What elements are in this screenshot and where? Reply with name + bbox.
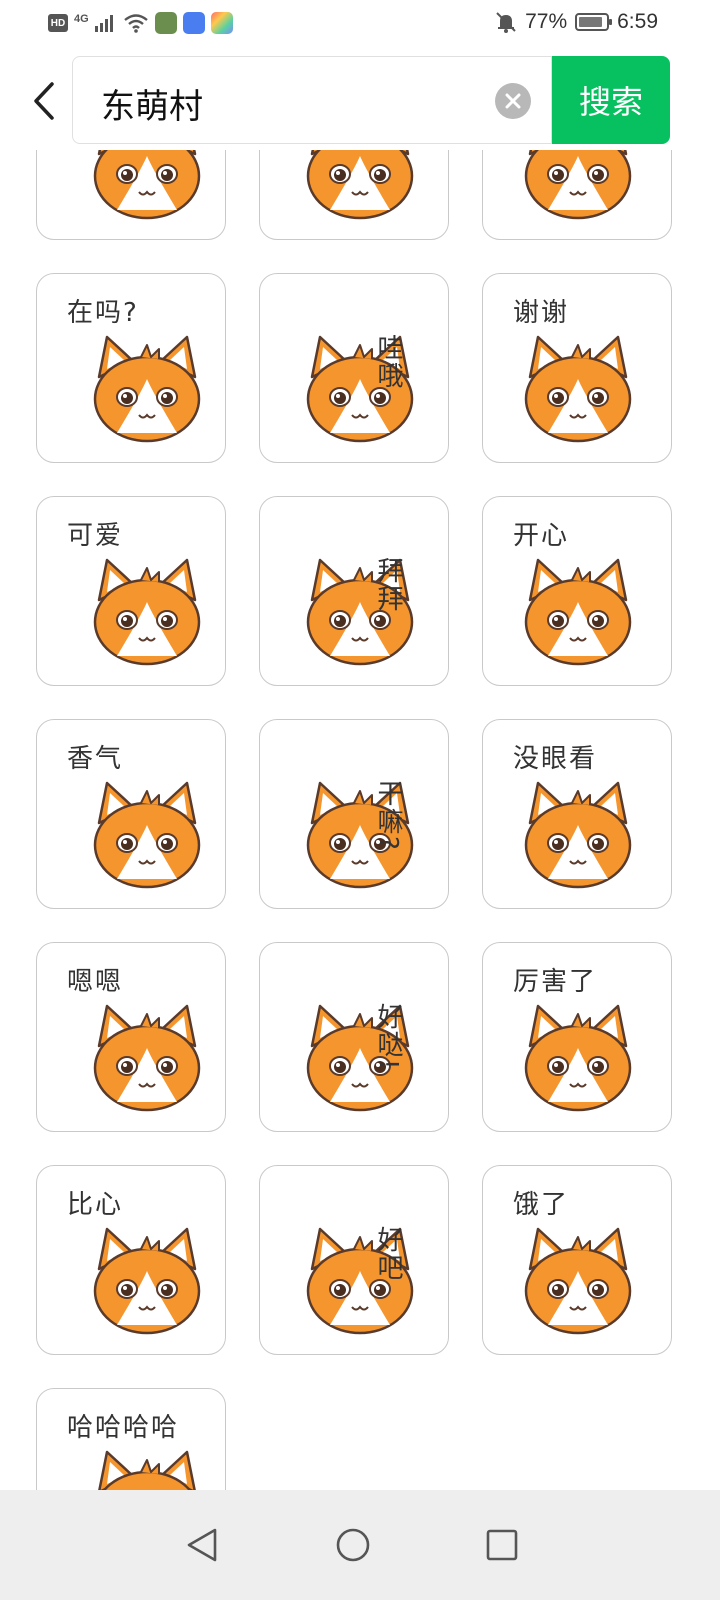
mute-bell-icon [496, 12, 516, 33]
hd-badge: HD [48, 14, 68, 32]
sticker-caption: 香气 [67, 744, 124, 774]
status-right: 77% 6:59 [495, 10, 658, 34]
cat-illustration [93, 558, 201, 666]
sticker-item[interactable] [259, 150, 449, 240]
app-notification-icon-3 [210, 12, 233, 34]
sticker-item[interactable] [482, 150, 672, 240]
cat-illustration [93, 781, 201, 889]
sticker-item[interactable]: 好哒! [259, 942, 449, 1132]
search-button[interactable]: 搜索 [552, 56, 670, 144]
nav-recents-button[interactable] [477, 1520, 527, 1570]
sticker-caption: 比心 [67, 1190, 124, 1220]
sticker-caption: 拜拜 [373, 557, 403, 613]
cat-illustration [93, 1004, 201, 1112]
cat-illustration [524, 335, 632, 443]
sticker-caption: 好吧 [373, 1226, 403, 1282]
sticker-item[interactable]: 厉害了 [482, 942, 672, 1132]
clear-button[interactable] [495, 83, 531, 119]
cat-illustration [93, 1227, 201, 1335]
sticker-item[interactable]: 哇哦 [259, 273, 449, 463]
app-notification-icon-1 [154, 12, 177, 34]
nav-back-button[interactable] [177, 1520, 227, 1570]
wifi-icon [123, 14, 148, 33]
sticker-item[interactable]: 谢谢 [482, 273, 672, 463]
sticker-item[interactable] [36, 150, 226, 240]
sticker-results: 在吗? 哇哦 谢谢可爱拜拜 开心香气干嘛? 没眼看嗯嗯好哒! 厉害了比心好吧 饿了哈哈哈哈 [0, 150, 720, 1490]
battery-icon [575, 13, 613, 31]
clear-icon [505, 93, 521, 109]
sticker-item[interactable]: 哈哈哈哈 [36, 1388, 226, 1490]
sticker-item[interactable]: 比心 [36, 1165, 226, 1355]
back-button[interactable] [22, 76, 66, 126]
circle-home-icon [336, 1528, 370, 1562]
sticker-caption: 谢谢 [513, 298, 570, 328]
sticker-caption: 饿了 [513, 1190, 570, 1220]
cat-illustration [306, 1227, 414, 1335]
sticker-caption: 哇哦 [373, 334, 403, 390]
sticker-caption: 没眼看 [513, 744, 598, 774]
cat-illustration [524, 1227, 632, 1335]
sticker-item[interactable]: 拜拜 [259, 496, 449, 686]
sticker-item[interactable]: 没眼看 [482, 719, 672, 909]
sticker-caption: 干嘛? [373, 780, 403, 852]
sticker-grid: 在吗? 哇哦 谢谢可爱拜拜 开心香气干嘛? 没眼看嗯嗯好哒! 厉害了比心好吧 饿了哈哈哈哈 [36, 150, 686, 1490]
sticker-item[interactable]: 干嘛? [259, 719, 449, 909]
sticker-item[interactable]: 可爱 [36, 496, 226, 686]
app-notification-icon-2 [182, 12, 205, 34]
sticker-item[interactable]: 嗯嗯 [36, 942, 226, 1132]
sticker-caption: 在吗? [67, 298, 139, 328]
sticker-caption: 好哒! [373, 1003, 403, 1072]
cat-illustration [306, 1004, 414, 1112]
search-header: 东萌村 搜索 [0, 56, 720, 146]
nav-home-button[interactable] [328, 1520, 378, 1570]
sticker-caption: 可爱 [67, 521, 124, 551]
battery-percent: 77% [525, 10, 568, 33]
sticker-item[interactable]: 香气 [36, 719, 226, 909]
cat-illustration [524, 558, 632, 666]
square-recents-icon [486, 1529, 518, 1561]
search-query-text: 东萌村 [101, 88, 203, 126]
system-nav-bar [0, 1490, 720, 1600]
triangle-back-icon [187, 1528, 217, 1562]
cat-illustration [306, 335, 414, 443]
sticker-caption: 哈哈哈哈 [67, 1413, 180, 1443]
signal-icon [94, 15, 113, 32]
sticker-item[interactable]: 开心 [482, 496, 672, 686]
cat-illustration [306, 781, 414, 889]
sticker-caption: 嗯嗯 [67, 967, 124, 997]
cat-illustration [524, 150, 632, 220]
sticker-caption: 开心 [513, 521, 570, 551]
sticker-item[interactable]: 在吗? [36, 273, 226, 463]
cat-illustration [93, 150, 201, 220]
sticker-item[interactable]: 饿了 [482, 1165, 672, 1355]
status-left: HD 4G [48, 12, 233, 34]
search-input[interactable]: 东萌村 [72, 56, 552, 144]
cat-illustration [306, 150, 414, 220]
clock: 6:59 [617, 10, 658, 33]
cat-illustration [306, 558, 414, 666]
sticker-item[interactable]: 好吧 [259, 1165, 449, 1355]
back-arrow-icon [34, 82, 54, 120]
sticker-caption: 厉害了 [513, 967, 598, 997]
status-bar: HD 4G 77% 6:59 [0, 0, 720, 50]
network-type: 4G [74, 13, 89, 25]
